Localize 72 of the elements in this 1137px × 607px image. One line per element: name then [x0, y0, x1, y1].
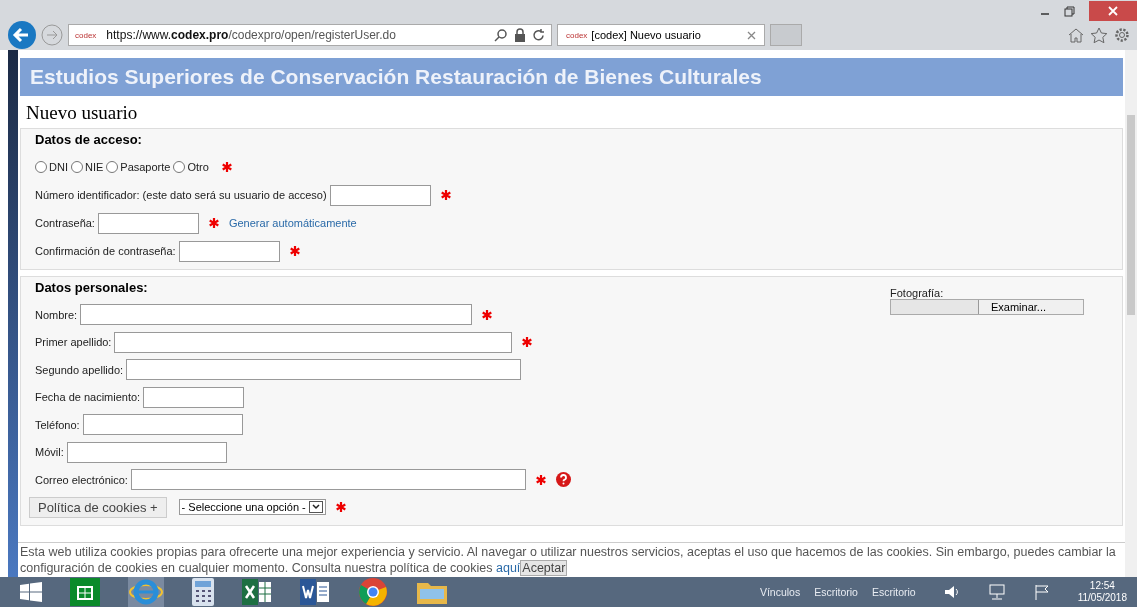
caret-icon[interactable]	[308, 501, 323, 514]
network-icon[interactable]	[987, 584, 1006, 600]
input-field[interactable]	[82, 414, 243, 436]
home-icon[interactable]	[1067, 27, 1085, 43]
windows-start-icon[interactable]	[20, 582, 42, 602]
input-field[interactable]	[80, 304, 473, 326]
favicon-label: codex	[75, 30, 97, 40]
input-field[interactable]	[143, 386, 245, 408]
header-title: Estudios Superiores de Conservación Restauración de Bienes Culturales	[30, 65, 762, 89]
toolbar-link[interactable]: Vínculos	[759, 586, 801, 598]
field-label: Móvil:	[35, 446, 64, 459]
radio-button[interactable]	[106, 161, 119, 173]
calculator-icon[interactable]	[192, 578, 214, 606]
photo-label: Fotografía:	[890, 287, 945, 299]
input-field[interactable]	[130, 469, 526, 491]
settings-icon[interactable]	[1113, 26, 1131, 44]
cookie-message: Esta web utiliza cookies propias para ofrecerte una mejor experiencia y servicio. Al navegar o utilizar nuestros servicios, aceptas el uso que hacemos de las cookies. Sin embargo, puedes cambiar la configuración de cookies en cualquier momento. Consulta nuestra política de cookies aquí Aceptar	[20, 544, 1117, 576]
accept-button[interactable]: Aceptar	[520, 559, 568, 576]
browser-e-icon[interactable]	[128, 577, 164, 607]
star-icon[interactable]	[1090, 26, 1108, 44]
toolbar-link[interactable]: Escritorio	[871, 586, 916, 598]
clock[interactable]: 12:54 11/05/2018	[1077, 580, 1127, 604]
radio-label: NIE	[84, 161, 104, 173]
spreadsheet-app-icon[interactable]	[242, 579, 272, 605]
chrome-browser-icon[interactable]	[358, 577, 388, 607]
document-app-icon[interactable]	[300, 579, 330, 605]
close-tab-icon[interactable]	[747, 30, 756, 40]
toolbar-link[interactable]: Escritorio	[814, 586, 858, 598]
input-field[interactable]	[97, 212, 199, 234]
refresh-icon	[532, 28, 545, 42]
page-title: Nuevo usuario	[25, 101, 139, 125]
field-label: Primer apellido:	[35, 336, 112, 349]
field-label: Contraseña:	[35, 217, 95, 229]
field-label: Nombre:	[35, 308, 78, 321]
store-icon[interactable]	[70, 578, 100, 606]
field-label: Número identificador: (este dato será su usuario de acceso)	[35, 189, 327, 201]
address-bar[interactable]: codex https://www.codex.pro/codexpro/open/registerUser.do	[68, 24, 552, 46]
input-field[interactable]	[114, 331, 513, 353]
file-field[interactable]: Examinar...	[890, 299, 1084, 315]
fieldset-legend: Datos de acceso:	[35, 132, 142, 147]
radio-label: DNI	[49, 161, 68, 173]
speaker-icon[interactable]	[943, 585, 960, 599]
radio-label: Otro	[187, 161, 209, 173]
browser-tab[interactable]: codex [codex] Nuevo usuario	[557, 24, 765, 46]
help-icon[interactable]	[555, 472, 571, 488]
radio-button[interactable]	[173, 161, 186, 173]
input-field[interactable]	[329, 184, 431, 206]
input-field[interactable]	[178, 240, 280, 262]
field-label: Correo electrónico:	[35, 473, 128, 486]
clock-time: 12:54	[1089, 580, 1115, 592]
close-icon[interactable]	[1089, 1, 1137, 21]
select-field[interactable]: - Seleccione una opción -	[178, 499, 326, 516]
cookie-policy-tab[interactable]: Política de cookies +	[29, 496, 167, 518]
clock-date: 11/05/2018	[1077, 592, 1127, 604]
field-label: Teléfono:	[35, 418, 80, 431]
fieldset-legend: Datos personales:	[35, 280, 148, 295]
lock-icon	[514, 28, 526, 42]
field-label: Fecha de nacimiento:	[35, 391, 141, 404]
policy-link[interactable]: aquí	[496, 560, 521, 575]
search-icon	[494, 28, 508, 42]
input-field[interactable]	[66, 441, 227, 463]
flag-icon[interactable]	[1033, 584, 1050, 600]
radio-label: Pasaporte	[120, 161, 171, 173]
restore-icon[interactable]	[1064, 5, 1075, 17]
forward-icon[interactable]	[41, 24, 63, 46]
radio-button[interactable]	[70, 161, 83, 173]
input-field[interactable]	[126, 359, 522, 381]
generate-link[interactable]: Generar automáticamente	[228, 217, 357, 229]
field-label: Segundo apellido:	[35, 363, 124, 376]
radio-button[interactable]	[35, 161, 47, 173]
back-icon[interactable]	[8, 21, 36, 49]
field-label: Confirmación de contraseña:	[35, 245, 176, 257]
